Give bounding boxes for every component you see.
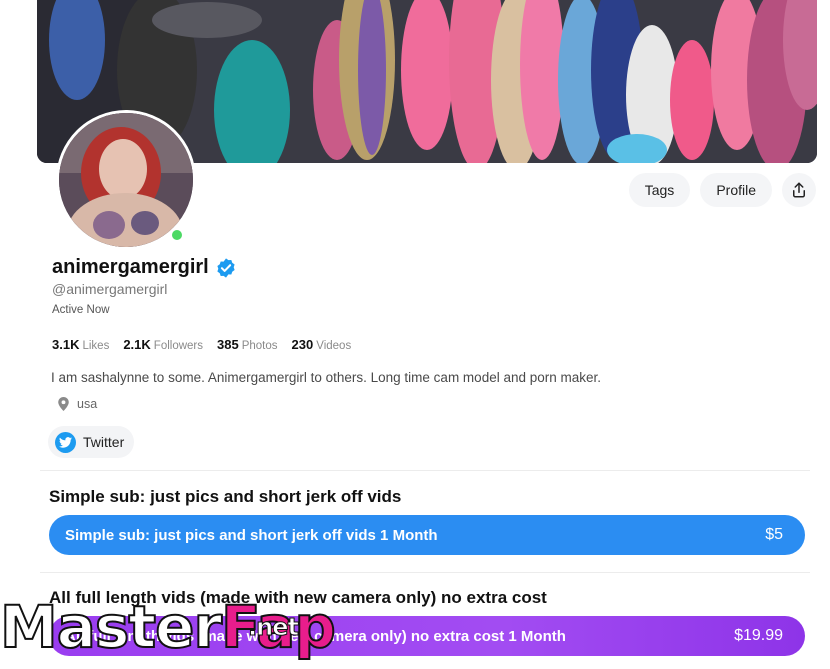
stat-followers-value: 2.1K (123, 337, 151, 352)
stat-videos-label: Videos (316, 340, 352, 352)
section-divider (40, 470, 810, 471)
twitter-link[interactable]: Twitter (48, 426, 135, 458)
location-pin-icon (58, 397, 69, 411)
avatar-photo (59, 113, 193, 247)
stat-followers: 2.1K Followers (123, 337, 203, 352)
profile-name: animergamergirl (52, 256, 209, 278)
stat-photos-label: Photos (241, 340, 278, 352)
profile-button[interactable]: Profile (700, 173, 772, 207)
watermark-master: Master (0, 592, 223, 662)
profile-handle: @animergamergirl (52, 281, 168, 297)
tags-button[interactable]: Tags (628, 173, 691, 207)
tier-1-price: $5 (765, 526, 783, 543)
profile-location: usa (58, 397, 97, 411)
stat-videos-value: 230 (291, 337, 314, 352)
profile-bio: I am sashalynne to some. Animergamergirl… (51, 370, 602, 385)
stat-photos: 385 Photos (217, 337, 278, 352)
share-icon (793, 182, 805, 198)
watermark-net: .net (248, 613, 300, 642)
masterfap-watermark: MasterFap .net (0, 592, 337, 669)
stat-photos-value: 385 (217, 337, 239, 352)
section-divider (40, 572, 810, 573)
stat-likes-value: 3.1K (52, 337, 80, 352)
stat-followers-label: Followers (153, 340, 204, 352)
twitter-icon (55, 431, 76, 453)
twitter-label: Twitter (83, 434, 125, 450)
profile-name-row: animergamergirl (52, 256, 237, 279)
location-text: usa (77, 397, 98, 411)
tier-1-button-label: Simple sub: just pics and short jerk off… (65, 526, 438, 544)
online-status-dot (170, 228, 184, 242)
verified-badge-icon (217, 257, 235, 278)
share-button[interactable] (782, 173, 816, 207)
active-status: Active Now (52, 304, 110, 316)
stat-likes: 3.1K Likes (52, 337, 109, 352)
tier-2-price: $19.99 (734, 627, 783, 644)
stat-likes-label: Likes (82, 340, 110, 352)
tier-1-title: Simple sub: just pics and short jerk off… (49, 487, 402, 506)
stat-videos: 230 Videos (292, 337, 352, 352)
profile-actions: Tags Profile (628, 173, 816, 207)
avatar-image (59, 113, 193, 247)
profile-stats: 3.1K Likes 2.1K Followers 385 Photos 230 Vid… (52, 337, 351, 352)
tier-1-subscribe-button[interactable]: Simple sub: just pics and short jerk off… (49, 515, 805, 555)
